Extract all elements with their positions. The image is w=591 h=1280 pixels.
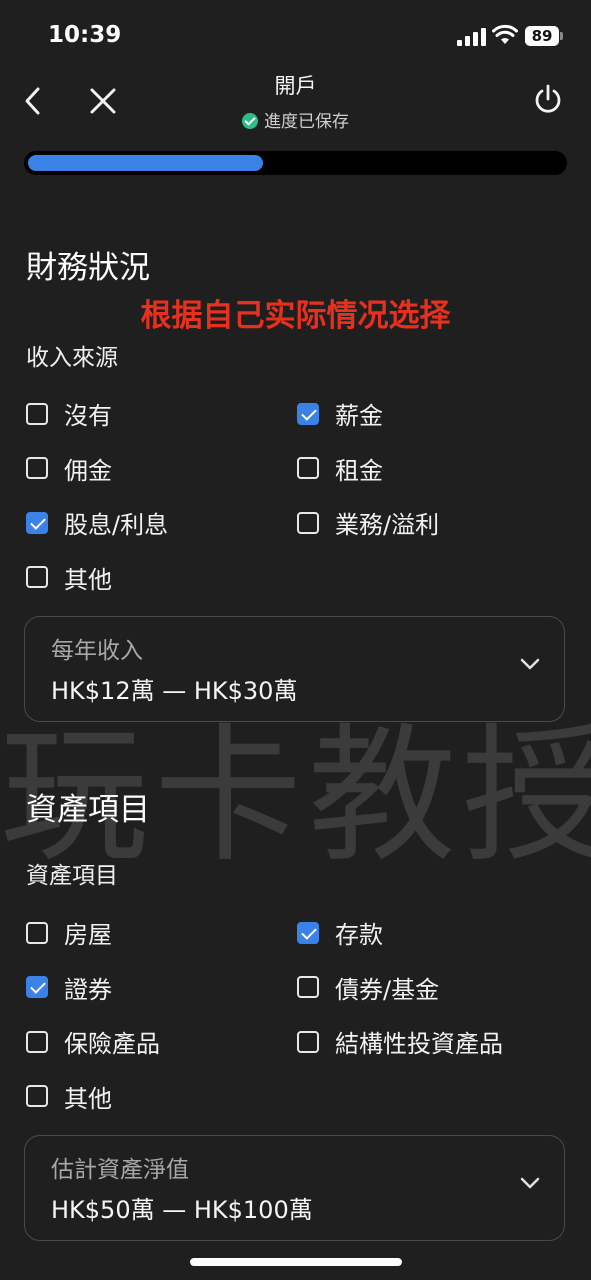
- section-title-assets: 資產項目: [26, 792, 150, 828]
- checkbox-checked[interactable]: [297, 921, 319, 944]
- checkbox-unchecked[interactable]: [26, 1030, 48, 1053]
- battery-icon: 89: [525, 26, 559, 46]
- net-worth-label: 估計資產淨值: [51, 1157, 189, 1183]
- checkbox-label: 證券: [64, 975, 112, 1004]
- chevron-down-icon: [520, 658, 540, 670]
- home-indicator[interactable]: [190, 1258, 402, 1266]
- checkbox-option[interactable]: 保險產品: [26, 1024, 160, 1059]
- wifi-icon: [492, 24, 518, 44]
- checkbox-unchecked[interactable]: [26, 921, 48, 944]
- chevron-down-icon: [520, 1177, 540, 1189]
- checkbox-label: 業務/溢利: [335, 511, 440, 539]
- checkbox-label: 保險產品: [64, 1030, 160, 1058]
- power-icon[interactable]: [533, 84, 563, 116]
- checkbox-unchecked[interactable]: [26, 566, 48, 588]
- checkbox-option[interactable]: 房屋: [26, 915, 112, 950]
- checkbox-option[interactable]: 其他: [26, 1079, 112, 1114]
- checkbox-unchecked[interactable]: [26, 1085, 48, 1107]
- checkbox-checked[interactable]: [26, 511, 48, 534]
- section-title-financial: 財務狀況: [26, 250, 150, 286]
- checkbox-unchecked[interactable]: [297, 511, 319, 534]
- checkbox-option[interactable]: 其他: [26, 560, 112, 595]
- checkbox-option[interactable]: 薪金: [297, 396, 383, 431]
- check-circle-icon: [242, 113, 258, 129]
- checkbox-checked[interactable]: [297, 402, 319, 425]
- page-title: 開戶: [274, 74, 317, 98]
- checkbox-option[interactable]: 佣金: [26, 451, 112, 486]
- annual-income-value: HK$12萬 — HK$30萬: [51, 677, 298, 705]
- checkbox-unchecked[interactable]: [297, 1030, 319, 1053]
- checkbox-label: 沒有: [64, 402, 112, 430]
- checkbox-checked[interactable]: [26, 976, 48, 998]
- annotation-text: 根据自己实际情况选择: [140, 298, 451, 334]
- checkbox-label: 股息/利息: [64, 511, 169, 539]
- checkbox-unchecked[interactable]: [297, 976, 319, 998]
- checkbox-label: 其他: [64, 565, 112, 594]
- checkbox-label: 其他: [64, 1084, 112, 1113]
- progress-bar: [24, 151, 567, 175]
- checkbox-label: 存款: [335, 921, 383, 949]
- checkbox-label: 租金: [335, 456, 383, 485]
- checkbox-label: 房屋: [64, 921, 112, 949]
- checkbox-unchecked[interactable]: [297, 457, 319, 479]
- checkbox-option[interactable]: 沒有: [26, 396, 112, 431]
- checkbox-option[interactable]: 存款: [297, 915, 383, 950]
- battery-tip: [560, 32, 563, 40]
- income-source-label: 收入來源: [26, 345, 118, 371]
- checkbox-option[interactable]: 證券: [26, 970, 112, 1005]
- save-status-text: 進度已保存: [264, 112, 349, 132]
- save-status: 進度已保存: [0, 107, 591, 132]
- checkbox-unchecked[interactable]: [26, 457, 48, 479]
- checkbox-unchecked[interactable]: [26, 402, 48, 425]
- checkbox-option[interactable]: 債券/基金: [297, 970, 439, 1005]
- status-time: 10:39: [48, 22, 122, 48]
- checkbox-option[interactable]: 結構性投資產品: [297, 1024, 503, 1059]
- progress-fill: [28, 155, 263, 171]
- checkbox-option[interactable]: 股息/利息: [26, 505, 168, 540]
- checkbox-label: 薪金: [335, 402, 383, 430]
- assets-label: 資產項目: [26, 863, 118, 889]
- checkbox-label: 佣金: [64, 456, 112, 485]
- checkbox-label: 結構性投資產品: [335, 1030, 503, 1058]
- annual-income-label: 每年收入: [51, 638, 143, 664]
- annual-income-select[interactable]: 每年收入 HK$12萬 — HK$30萬: [24, 616, 565, 722]
- cellular-signal-icon: [457, 28, 487, 46]
- checkbox-option[interactable]: 業務/溢利: [297, 505, 439, 540]
- checkbox-label: 債券/基金: [335, 975, 440, 1004]
- net-worth-select[interactable]: 估計資產淨值 HK$50萬 — HK$100萬: [24, 1135, 565, 1241]
- checkbox-option[interactable]: 租金: [297, 451, 383, 486]
- net-worth-value: HK$50萬 — HK$100萬: [51, 1196, 313, 1224]
